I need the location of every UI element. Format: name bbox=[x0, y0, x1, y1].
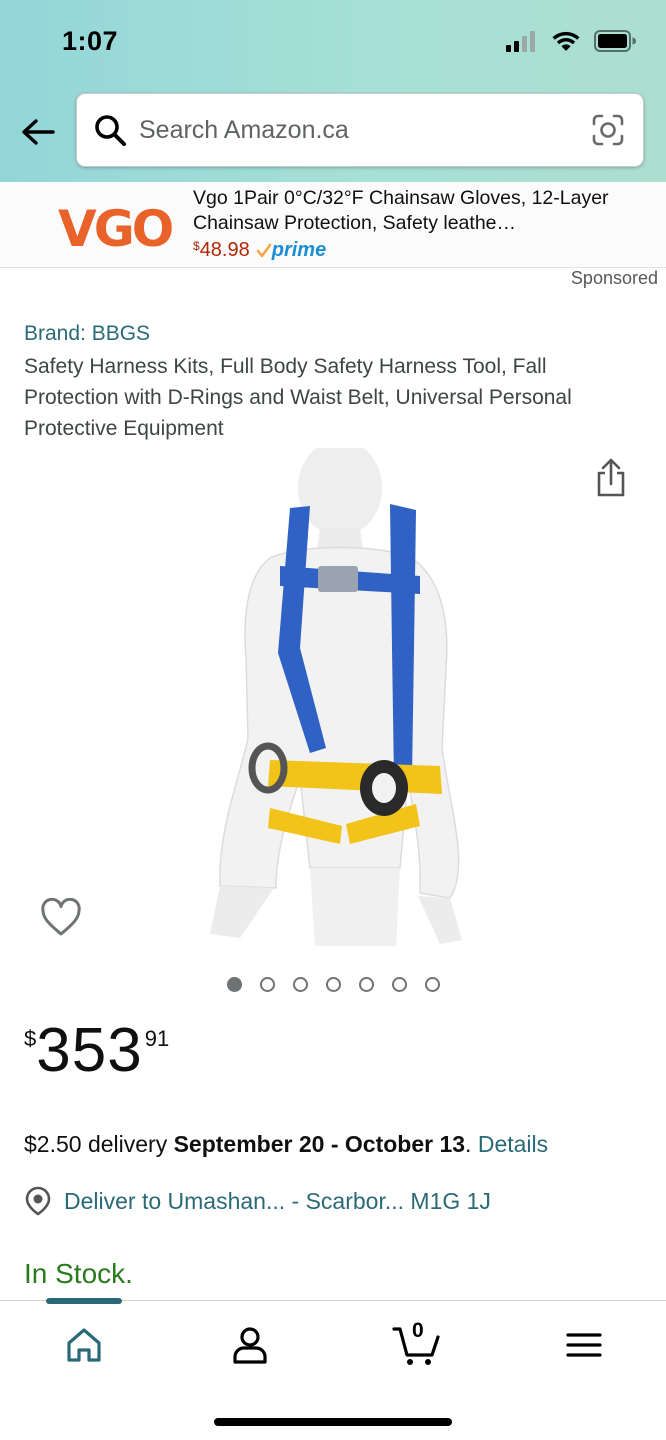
image-carousel-dots[interactable] bbox=[0, 977, 666, 992]
battery-icon bbox=[594, 30, 636, 52]
bottom-navigation: 0 bbox=[0, 1298, 666, 1440]
carousel-dot[interactable] bbox=[424, 977, 440, 992]
cart-button[interactable]: 0 bbox=[392, 1319, 442, 1367]
price-currency: $ bbox=[24, 1026, 37, 1051]
cellular-signal-icon bbox=[506, 31, 535, 52]
camera-search-icon[interactable] bbox=[591, 113, 625, 147]
delivery-dates: September 20 - October 13 bbox=[173, 1131, 466, 1157]
back-arrow-icon bbox=[22, 119, 55, 145]
location-pin-icon bbox=[25, 1186, 51, 1216]
carousel-dot[interactable] bbox=[358, 977, 374, 992]
search-icon bbox=[95, 115, 126, 146]
carousel-dot[interactable] bbox=[325, 977, 341, 992]
product-title: Safety Harness Kits, Full Body Safety Ha… bbox=[24, 355, 572, 440]
share-icon[interactable] bbox=[594, 458, 628, 498]
price-fraction: 91 bbox=[144, 1026, 170, 1051]
product-image[interactable] bbox=[150, 448, 520, 946]
status-icons bbox=[506, 30, 636, 52]
search-box[interactable] bbox=[76, 93, 644, 167]
home-indicator-bar bbox=[214, 1418, 452, 1426]
ad-price: $48.98 bbox=[193, 239, 250, 261]
active-tab-indicator bbox=[46, 1298, 122, 1304]
ad-title[interactable]: Vgo 1Pair 0°C/32°F Chainsaw Gloves, 12-L… bbox=[193, 186, 633, 236]
sponsored-ad-banner[interactable]: VGO Vgo 1Pair 0°C/32°F Chainsaw Gloves, … bbox=[0, 182, 666, 268]
wifi-icon bbox=[552, 31, 580, 51]
details-link[interactable]: Details bbox=[478, 1131, 548, 1157]
carousel-dot[interactable] bbox=[226, 977, 242, 992]
back-button[interactable] bbox=[18, 110, 58, 150]
svg-text:VGO: VGO bbox=[58, 200, 172, 256]
availability-status: In Stock. bbox=[24, 1258, 133, 1289]
cart-count: 0 bbox=[412, 1319, 424, 1342]
prime-check-icon bbox=[256, 243, 272, 257]
sponsored-label[interactable]: Sponsored bbox=[571, 268, 658, 289]
carousel-dot[interactable] bbox=[259, 977, 275, 992]
vgo-logo: VGO bbox=[58, 200, 175, 256]
delivery-separator: . bbox=[465, 1131, 478, 1157]
product-price: $ 353 91 bbox=[24, 1020, 169, 1082]
prime-badge: prime bbox=[256, 239, 326, 262]
status-time: 1:07 bbox=[62, 26, 119, 56]
home-icon[interactable] bbox=[62, 1323, 106, 1367]
menu-icon[interactable] bbox=[562, 1323, 606, 1367]
price-whole: 353 bbox=[36, 1016, 143, 1085]
top-header: 1:07 bbox=[0, 0, 666, 182]
account-icon[interactable] bbox=[228, 1323, 272, 1367]
deliver-to-location[interactable]: Deliver to Umashan... - Scarbor... M1G 1… bbox=[24, 1186, 491, 1216]
search-input[interactable] bbox=[139, 108, 559, 152]
delivery-line: $2.50 delivery September 20 - October 13… bbox=[24, 1131, 548, 1158]
deliver-to-text[interactable]: Deliver to Umashan... - Scarbor... M1G 1… bbox=[64, 1188, 491, 1215]
carousel-dot[interactable] bbox=[292, 977, 308, 992]
carousel-dot[interactable] bbox=[391, 977, 407, 992]
wishlist-heart-icon[interactable] bbox=[40, 898, 82, 938]
delivery-fee: $2.50 delivery bbox=[24, 1131, 174, 1157]
brand-link[interactable]: Brand: BBGS bbox=[24, 322, 150, 346]
ad-price-row: $48.98 prime bbox=[193, 239, 326, 262]
